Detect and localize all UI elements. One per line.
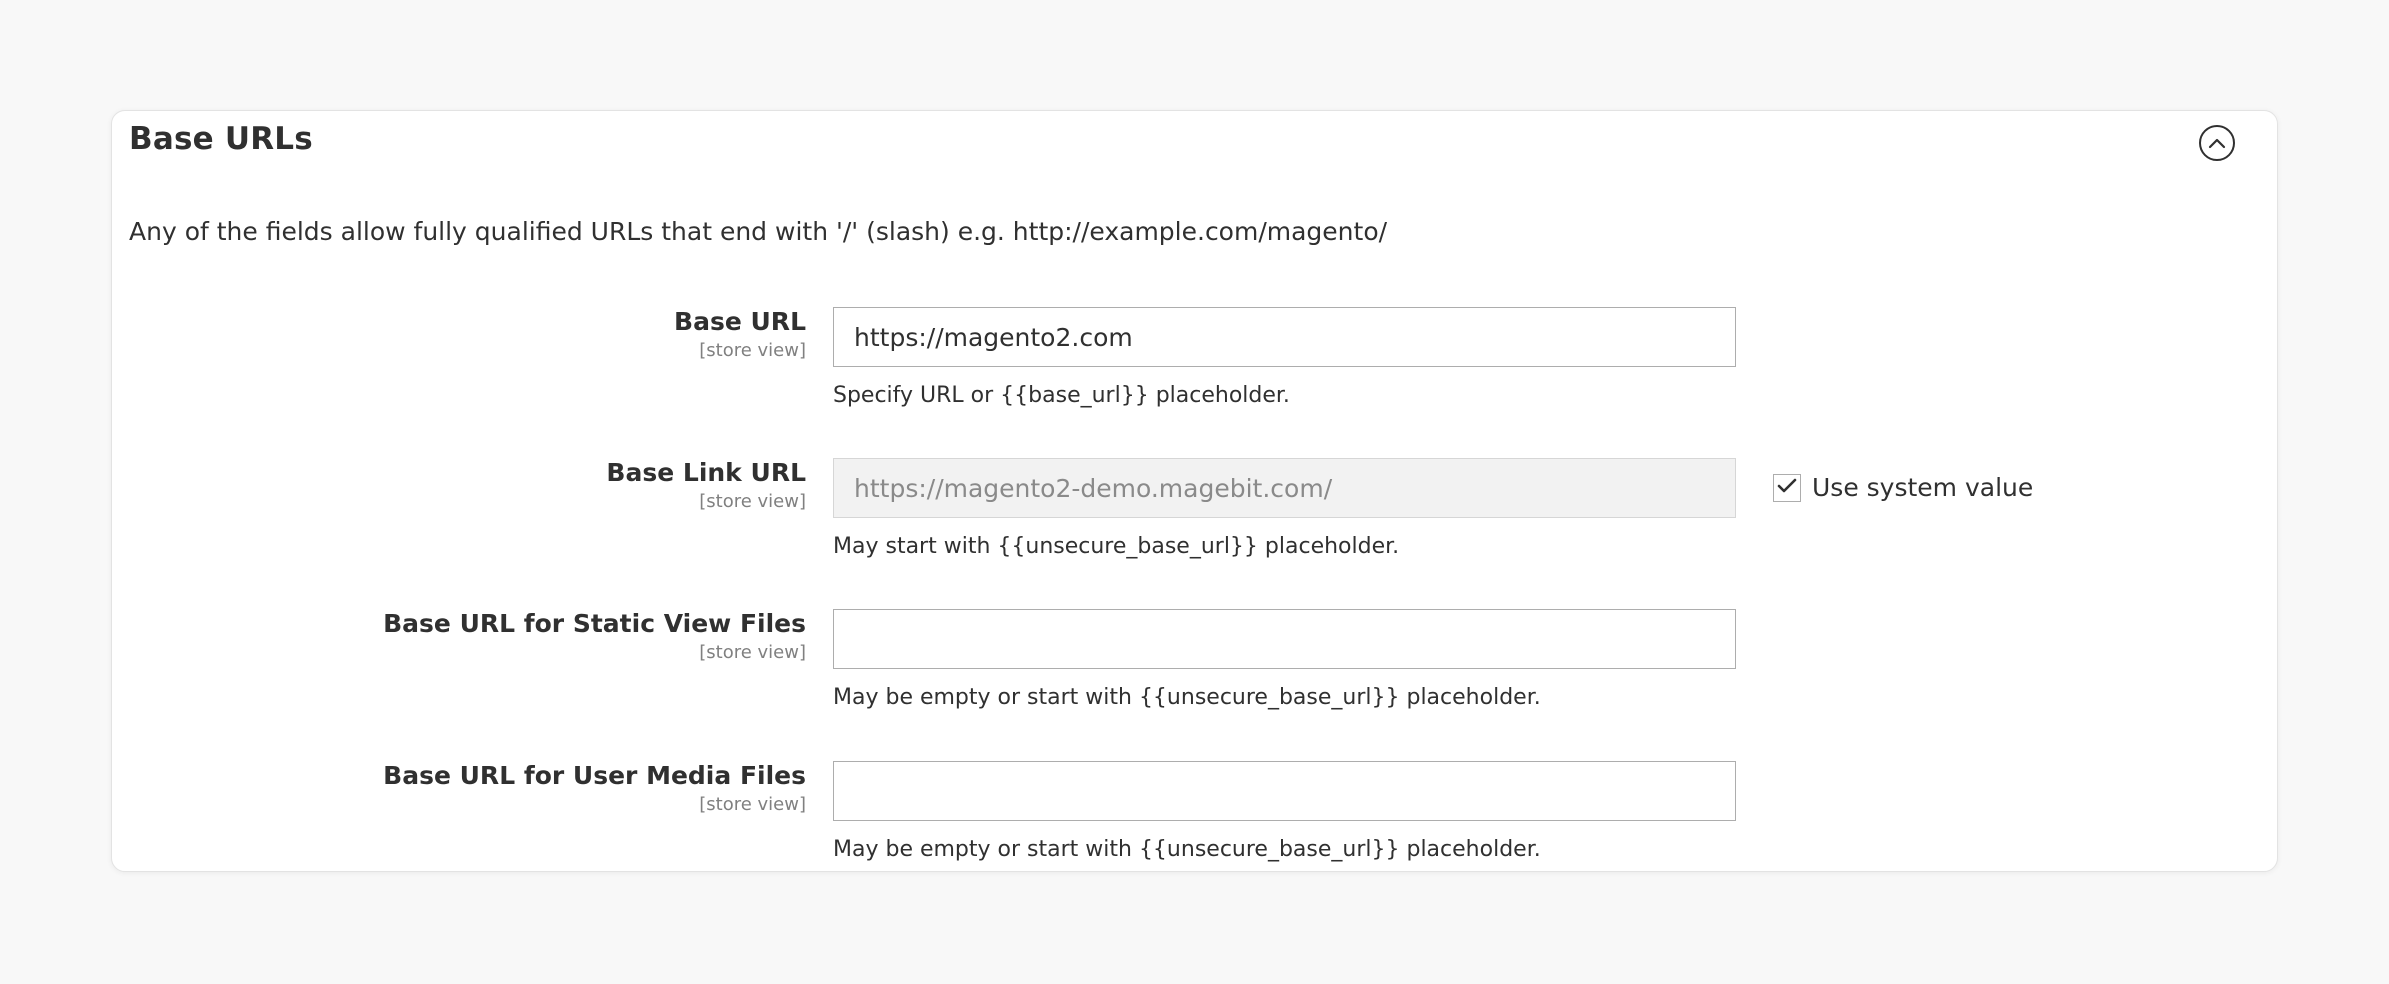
base-url-input[interactable] <box>833 307 1736 367</box>
field-scope: [store view] <box>699 340 806 361</box>
field-label: Base URL for User Media Files <box>383 761 806 790</box>
user-media-files-input[interactable] <box>833 761 1736 821</box>
use-system-value-checkbox[interactable]: Use system value <box>1773 473 2033 502</box>
check-icon <box>1777 478 1797 498</box>
base-urls-panel: Base URLs Any of the fields allow fully … <box>111 110 2278 872</box>
use-system-value-label[interactable]: Use system value <box>1812 473 2033 502</box>
field-note: May be empty or start with {{unsecure_ba… <box>833 837 1541 862</box>
field-scope: [store view] <box>699 642 806 663</box>
field-scope: [store view] <box>699 491 806 512</box>
field-label: Base URL for Static View Files <box>383 609 806 638</box>
section-title: Base URLs <box>129 121 313 157</box>
collapse-button[interactable] <box>2199 125 2235 161</box>
field-label: Base Link URL <box>606 458 806 487</box>
field-scope: [store view] <box>699 794 806 815</box>
field-note: May start with {{unsecure_base_url}} pla… <box>833 534 1400 559</box>
chevron-up-icon <box>2208 134 2226 153</box>
static-view-files-input[interactable] <box>833 609 1736 669</box>
section-description: Any of the fields allow fully qualified … <box>129 217 1388 246</box>
checkbox-box[interactable] <box>1773 473 1801 502</box>
field-note: May be empty or start with {{unsecure_ba… <box>833 685 1541 710</box>
field-label: Base URL <box>674 307 806 336</box>
base-link-url-input[interactable] <box>833 458 1736 518</box>
field-note: Specify URL or {{base_url}} placeholder. <box>833 383 1290 408</box>
